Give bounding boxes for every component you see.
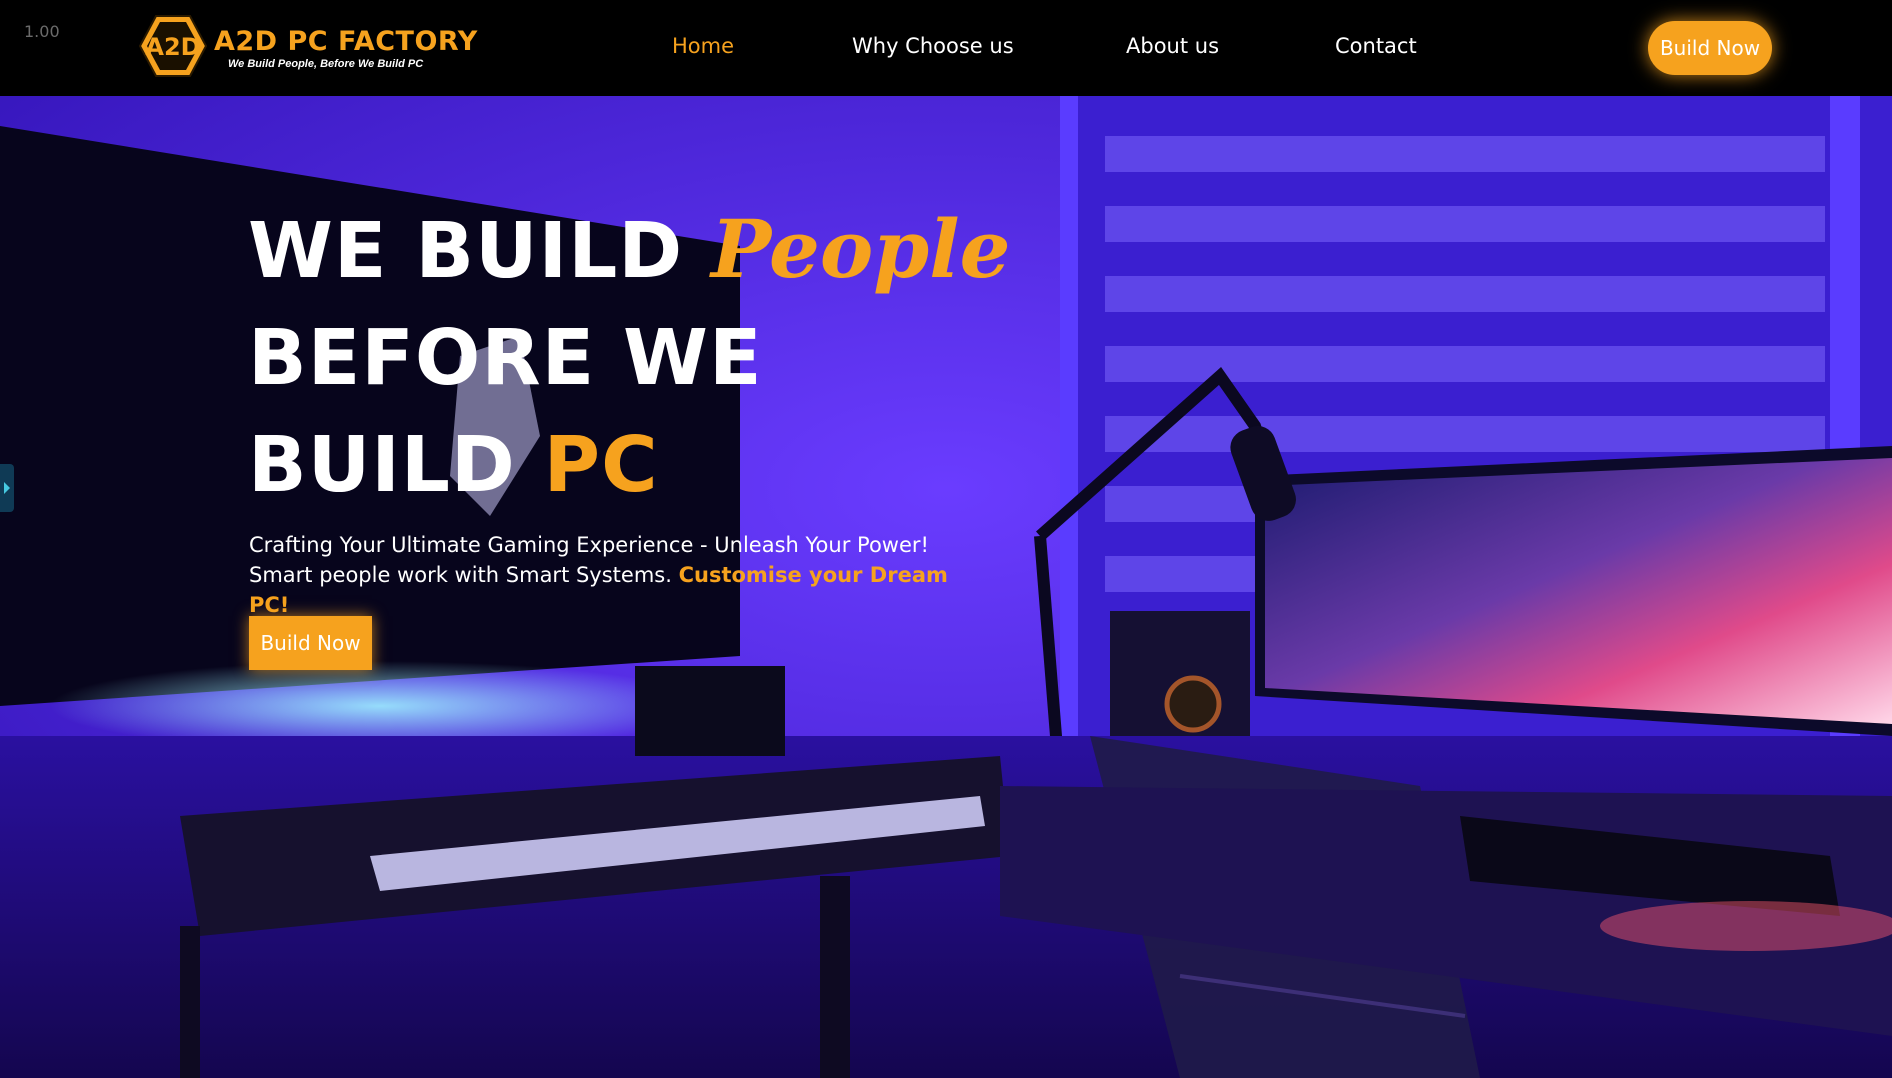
hero-title-main-1: WE BUILD	[248, 207, 684, 296]
site-header: 1.00 A2D A2D PC FACTORY We Build People,…	[0, 0, 1892, 96]
main-nav: Home Why Choose us About us Contact	[0, 34, 1892, 64]
header-build-now-button[interactable]: Build Now	[1648, 21, 1772, 75]
hero-title-line-2: BEFORE WE	[248, 314, 763, 403]
nav-why-choose-us[interactable]: Why Choose us	[852, 34, 1014, 58]
hero-build-now-button[interactable]: Build Now	[249, 616, 372, 670]
hero-title-line-1: WE BUILD People	[248, 196, 1011, 305]
hero-title-line-3: BUILD PC	[248, 412, 1011, 519]
hero-title-main-3: BUILD	[248, 421, 516, 510]
nav-about-us[interactable]: About us	[1126, 34, 1219, 58]
nav-home[interactable]: Home	[672, 34, 734, 58]
hero-title-accent-pc: PC	[543, 421, 659, 510]
hero-title: WE BUILD People BEFORE WE BUILD PC	[248, 196, 1011, 519]
hero-description: Crafting Your Ultimate Gaming Experience…	[249, 530, 989, 620]
hero-title-accent-people: People	[711, 202, 1011, 296]
nav-contact[interactable]: Contact	[1335, 34, 1417, 58]
hero-section: WE BUILD People BEFORE WE BUILD PC Craft…	[0, 96, 1892, 1078]
side-panel-toggle[interactable]	[0, 464, 14, 512]
